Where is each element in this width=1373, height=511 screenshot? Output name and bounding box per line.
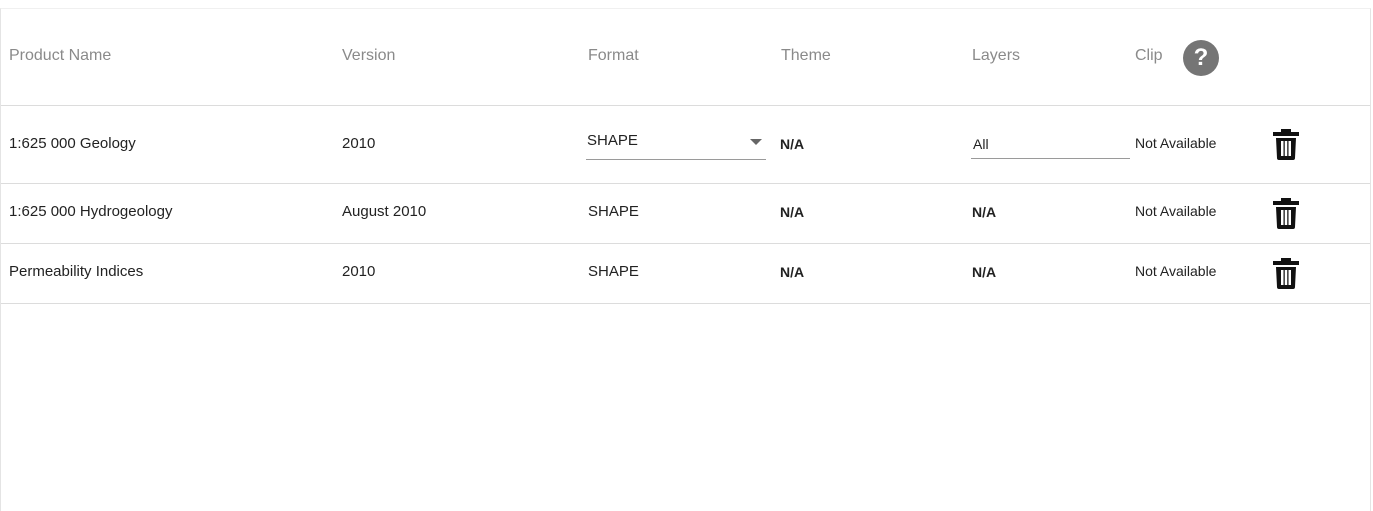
trash-icon[interactable]	[1271, 256, 1301, 290]
products-table: Product Name Version Format Theme Layers…	[0, 8, 1371, 511]
layers-cell: N/A	[972, 204, 997, 220]
header-clip: Clip	[1135, 47, 1163, 64]
header-version: Version	[342, 47, 396, 64]
trash-icon[interactable]	[1271, 127, 1301, 161]
clip-cell: Not Available	[1135, 135, 1217, 151]
layers-cell: N/A	[972, 264, 997, 280]
version-cell: 2010	[342, 263, 376, 280]
clip-cell: Not Available	[1135, 203, 1217, 219]
question-circle-icon[interactable]: ?	[1183, 40, 1219, 76]
table-header: Product Name Version Format Theme Layers…	[1, 9, 1370, 106]
format-select[interactable]: SHAPE	[586, 129, 766, 160]
header-product-name: Product Name	[9, 47, 112, 64]
format-cell: SHAPE	[588, 203, 639, 220]
table-row: Permeability Indices 2010 SHAPE N/A N/A …	[1, 243, 1370, 304]
product-name-cell: 1:625 000 Geology	[9, 135, 136, 152]
layers-input[interactable]	[971, 130, 1130, 159]
theme-cell: N/A	[780, 264, 805, 280]
product-name-cell: 1:625 000 Hydrogeology	[9, 203, 173, 220]
format-select-value: SHAPE	[587, 132, 638, 149]
caret-down-icon	[750, 139, 762, 145]
theme-cell: N/A	[780, 136, 805, 152]
version-cell: 2010	[342, 135, 376, 152]
clip-cell: Not Available	[1135, 263, 1217, 279]
version-cell: August 2010	[342, 203, 427, 220]
header-layers: Layers	[972, 47, 1021, 64]
trash-icon[interactable]	[1271, 196, 1301, 230]
header-format: Format	[588, 47, 639, 64]
format-cell: SHAPE	[588, 263, 639, 280]
product-name-cell: Permeability Indices	[9, 263, 144, 280]
theme-cell: N/A	[780, 204, 805, 220]
table-row: 1:625 000 Hydrogeology August 2010 SHAPE…	[1, 183, 1370, 244]
header-theme: Theme	[781, 47, 831, 64]
table-row: 1:625 000 Geology 2010 SHAPE N/A Not Ava…	[1, 105, 1370, 184]
